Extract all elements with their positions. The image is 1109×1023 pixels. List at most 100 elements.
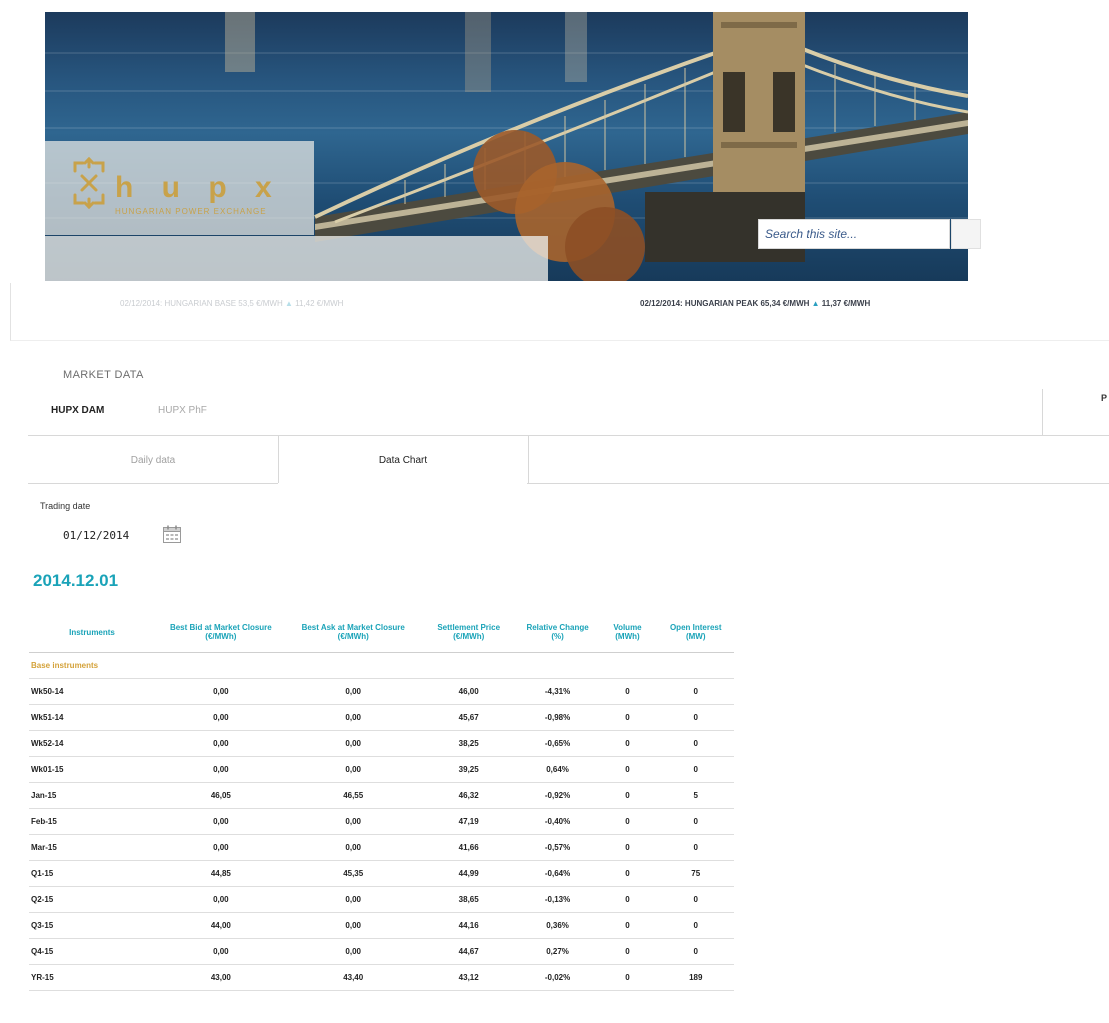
tab-hupx-dam[interactable]: HUPX DAM bbox=[51, 405, 104, 416]
up-arrow-icon: ▲ bbox=[811, 299, 820, 308]
value-cell: 0,00 bbox=[155, 834, 287, 861]
table-row: Mar-15 0,00 0,00 41,66 -0,57% 0 0 bbox=[29, 834, 734, 861]
value-cell: -0,40% bbox=[517, 808, 598, 835]
value-cell: 47,19 bbox=[419, 808, 518, 835]
search-field[interactable] bbox=[758, 219, 950, 249]
ticker-peak-text: 02/12/2014: HUNGARIAN PEAK 65,34 €/MWH bbox=[640, 299, 810, 308]
value-cell: 46,55 bbox=[286, 782, 420, 809]
value-cell: 44,00 bbox=[155, 912, 287, 939]
column-header: Instruments bbox=[29, 612, 155, 653]
table-group-row: Base instruments bbox=[29, 652, 734, 679]
search-button[interactable] bbox=[951, 219, 981, 249]
value-cell: 0 bbox=[597, 860, 658, 887]
value-cell: 0,00 bbox=[155, 704, 287, 731]
value-cell: 46,32 bbox=[419, 782, 518, 809]
table-row: Wk51-14 0,00 0,00 45,67 -0,98% 0 0 bbox=[29, 704, 734, 731]
logo-subtitle: HUNGARIAN POWER EXCHANGE bbox=[115, 207, 267, 216]
instrument-cell: YR-15 bbox=[29, 964, 155, 991]
column-header: Volume (MWh) bbox=[597, 612, 658, 653]
table-row: Q1-15 44,85 45,35 44,99 -0,64% 0 75 bbox=[29, 860, 734, 887]
hupx-logo-icon bbox=[73, 157, 105, 209]
table-row: Q3-15 44,00 0,00 44,16 0,36% 0 0 bbox=[29, 912, 734, 939]
ticker-peak: 02/12/2014: HUNGARIAN PEAK 65,34 €/MWH ▲… bbox=[640, 299, 870, 308]
ticker-base-text: 02/12/2014: HUNGARIAN BASE 53,5 €/MWH bbox=[120, 299, 283, 308]
value-cell: 0 bbox=[597, 808, 658, 835]
table-row: Q2-15 0,00 0,00 38,65 -0,13% 0 0 bbox=[29, 886, 734, 913]
column-header: Best Bid at Market Closure (€/MWh) bbox=[155, 612, 287, 653]
value-cell: 0 bbox=[597, 912, 658, 939]
subtab-rule bbox=[527, 483, 1109, 484]
subtab-rule bbox=[28, 483, 278, 484]
table-row: Feb-15 0,00 0,00 47,19 -0,40% 0 0 bbox=[29, 808, 734, 835]
logo[interactable]: h u p x HUNGARIAN POWER EXCHANGE bbox=[45, 141, 314, 235]
value-cell: -0,13% bbox=[517, 886, 598, 913]
value-cell: 44,16 bbox=[419, 912, 518, 939]
instrument-cell: Jan-15 bbox=[29, 782, 155, 809]
tab-hupx-phf[interactable]: HUPX PhF bbox=[158, 405, 207, 416]
table-row: Wk52-14 0,00 0,00 38,25 -0,65% 0 0 bbox=[29, 730, 734, 757]
value-cell: 0 bbox=[597, 782, 658, 809]
value-cell: 43,12 bbox=[419, 964, 518, 991]
value-cell: -0,02% bbox=[517, 964, 598, 991]
value-cell: 0 bbox=[657, 938, 734, 965]
calendar-icon[interactable] bbox=[162, 524, 182, 544]
value-cell: 0 bbox=[597, 834, 658, 861]
value-cell: 0 bbox=[597, 704, 658, 731]
table-row: Wk01-15 0,00 0,00 39,25 0,64% 0 0 bbox=[29, 756, 734, 783]
instrument-cell: Wk51-14 bbox=[29, 704, 155, 731]
column-header: Settlement Price (€/MWh) bbox=[419, 612, 518, 653]
value-cell: 45,35 bbox=[286, 860, 420, 887]
value-cell: 0,00 bbox=[286, 730, 420, 757]
value-cell: 189 bbox=[657, 964, 734, 991]
value-cell: 0,00 bbox=[155, 756, 287, 783]
table-row: Wk50-14 0,00 0,00 46,00 -4,31% 0 0 bbox=[29, 678, 734, 705]
instrument-cell: Wk52-14 bbox=[29, 730, 155, 757]
value-cell: 46,00 bbox=[419, 678, 518, 705]
value-cell: 38,25 bbox=[419, 730, 518, 757]
value-cell: 0,00 bbox=[286, 886, 420, 913]
value-cell: 0 bbox=[657, 730, 734, 757]
value-cell: 43,00 bbox=[155, 964, 287, 991]
value-cell: 0 bbox=[657, 808, 734, 835]
value-cell: 0,00 bbox=[155, 808, 287, 835]
trading-date-input[interactable] bbox=[57, 525, 153, 545]
value-cell: 0 bbox=[597, 730, 658, 757]
value-cell: 43,40 bbox=[286, 964, 420, 991]
instrument-cell: Wk50-14 bbox=[29, 678, 155, 705]
instrument-cell: Q4-15 bbox=[29, 938, 155, 965]
value-cell: 38,65 bbox=[419, 886, 518, 913]
instrument-cell: Mar-15 bbox=[29, 834, 155, 861]
value-cell: 0 bbox=[657, 834, 734, 861]
instrument-cell: Feb-15 bbox=[29, 808, 155, 835]
ticker-base: 02/12/2014: HUNGARIAN BASE 53,5 €/MWH ▲ … bbox=[120, 299, 343, 308]
market-data-table: Instruments Best Bid at Market Closure (… bbox=[29, 612, 734, 991]
value-cell: 0 bbox=[597, 886, 658, 913]
value-cell: 0,00 bbox=[286, 834, 420, 861]
value-cell: 46,05 bbox=[155, 782, 287, 809]
value-cell: 0,00 bbox=[155, 886, 287, 913]
group-label: Base instruments bbox=[29, 652, 734, 679]
value-cell: 39,25 bbox=[419, 756, 518, 783]
instrument-cell: Q3-15 bbox=[29, 912, 155, 939]
section-title: MARKET DATA bbox=[63, 369, 144, 381]
value-cell: 0,00 bbox=[286, 756, 420, 783]
search-input[interactable] bbox=[763, 220, 947, 248]
value-cell: 41,66 bbox=[419, 834, 518, 861]
tab-data-chart[interactable]: Data Chart bbox=[279, 455, 527, 466]
value-cell: -0,57% bbox=[517, 834, 598, 861]
table-header-row: Instruments Best Bid at Market Closure (… bbox=[29, 612, 734, 653]
tab-daily-data[interactable]: Daily data bbox=[28, 455, 278, 466]
value-cell: 0 bbox=[597, 964, 658, 991]
banner-overlay-strip bbox=[45, 236, 548, 281]
value-cell: 0,36% bbox=[517, 912, 598, 939]
instrument-cell: Q2-15 bbox=[29, 886, 155, 913]
value-cell: 0,00 bbox=[286, 704, 420, 731]
value-cell: 0 bbox=[657, 886, 734, 913]
value-cell: 0 bbox=[597, 938, 658, 965]
value-cell: 0,00 bbox=[286, 678, 420, 705]
column-header: Relative Change (%) bbox=[517, 612, 598, 653]
instrument-cell: Q1-15 bbox=[29, 860, 155, 887]
value-cell: 0,00 bbox=[286, 938, 420, 965]
up-arrow-icon: ▲ bbox=[284, 299, 293, 308]
value-cell: -4,31% bbox=[517, 678, 598, 705]
